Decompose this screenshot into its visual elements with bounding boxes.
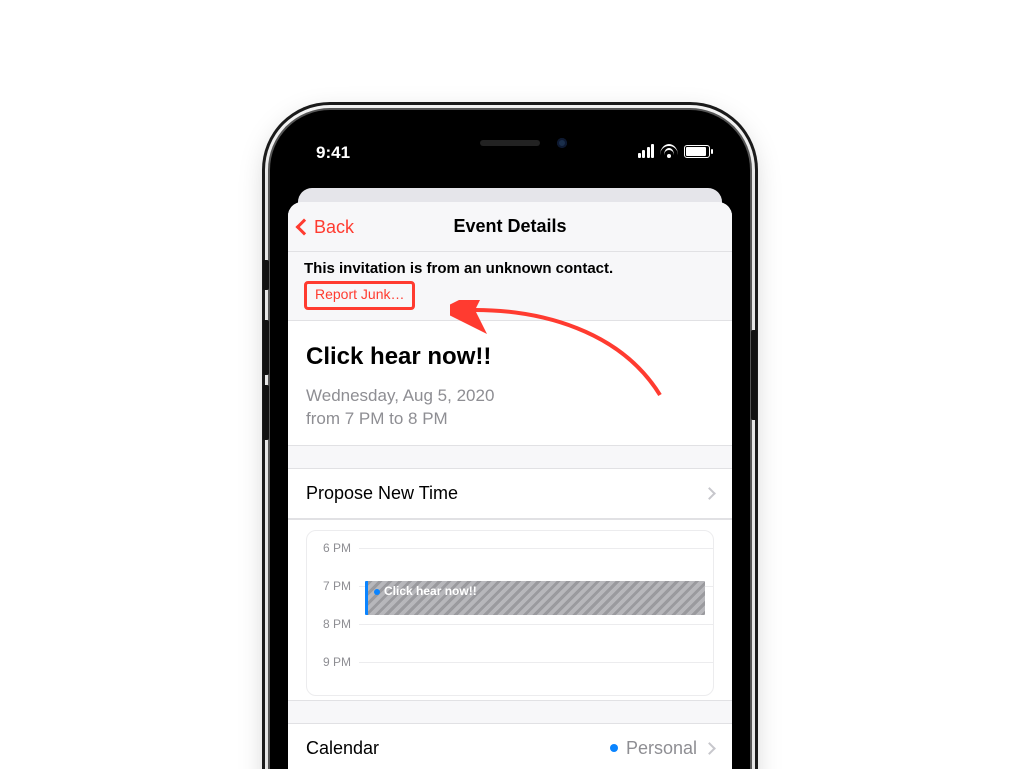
power-button [751, 330, 757, 420]
volume-up-button [263, 320, 269, 375]
page-title: Event Details [453, 216, 566, 237]
screen: 9:41 Back Event Details This in [288, 128, 732, 769]
timeline: 6 PM 7 PM 8 PM 9 PM Click hear now!! [306, 530, 714, 696]
back-button[interactable]: Back [298, 202, 354, 252]
calendar-color-dot-icon [610, 744, 618, 752]
back-label: Back [314, 217, 354, 238]
volume-down-button [263, 385, 269, 440]
status-time: 9:41 [316, 143, 350, 163]
annotation-highlight-box: Report Junk… [304, 281, 415, 310]
chevron-right-icon [703, 742, 716, 755]
timeline-hour: 8 PM [307, 615, 713, 653]
timeline-hour: 9 PM [307, 653, 713, 691]
calendar-row[interactable]: Calendar Personal [288, 723, 732, 769]
timeline-section: 6 PM 7 PM 8 PM 9 PM Click hear now!! [288, 519, 732, 701]
battery-icon [684, 145, 710, 158]
silence-switch [263, 260, 269, 290]
nav-bar: Back Event Details [288, 202, 732, 252]
iphone-frame: 9:41 Back Event Details This in [270, 110, 750, 769]
cellular-signal-icon [638, 144, 655, 158]
event-details-sheet: Back Event Details This invitation is fr… [288, 202, 732, 769]
event-summary: Click hear now!! Wednesday, Aug 5, 2020 … [288, 321, 732, 446]
event-date: Wednesday, Aug 5, 2020 [306, 385, 714, 408]
wifi-icon [660, 144, 678, 158]
unknown-sender-warning: This invitation is from an unknown conta… [288, 252, 732, 321]
calendar-value: Personal [626, 738, 697, 759]
timeline-hour: 6 PM [307, 539, 713, 577]
chevron-right-icon [703, 487, 716, 500]
event-time: from 7 PM to 8 PM [306, 408, 714, 431]
chevron-left-icon [296, 219, 313, 236]
propose-new-time-label: Propose New Time [306, 483, 458, 504]
propose-new-time-row[interactable]: Propose New Time [288, 468, 732, 519]
warning-message: This invitation is from an unknown conta… [304, 260, 716, 277]
notch [405, 128, 615, 162]
report-junk-link[interactable]: Report Junk… [315, 286, 404, 302]
event-title: Click hear now!! [306, 343, 714, 385]
timeline-event[interactable]: Click hear now!! [365, 581, 705, 615]
calendar-label: Calendar [306, 738, 379, 759]
